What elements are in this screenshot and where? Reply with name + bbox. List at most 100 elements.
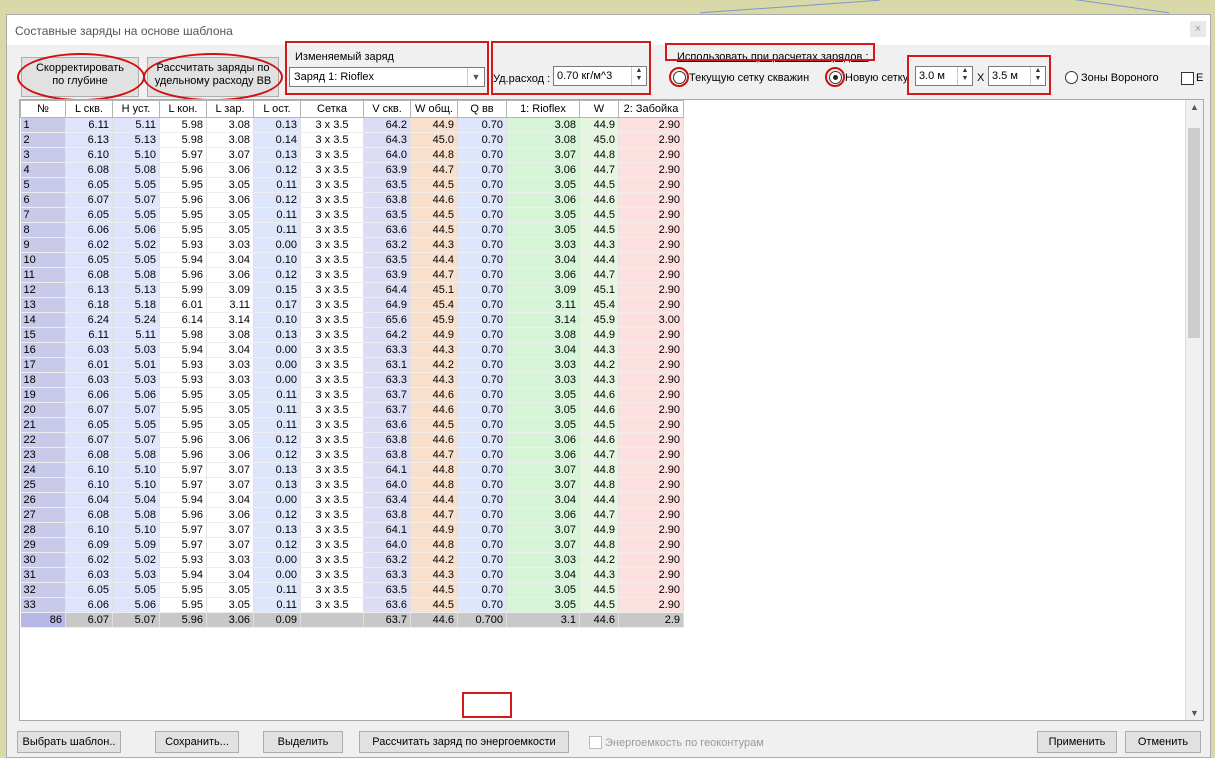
cell-no[interactable]: 30 [20, 552, 66, 568]
cell-w-obsch[interactable]: 44.2 [410, 357, 458, 373]
cell-v-skv[interactable]: 63.4 [363, 492, 411, 508]
col-header-l-zar[interactable]: L зар. [206, 100, 254, 118]
cell-w[interactable]: 44.5 [579, 207, 619, 223]
cell-l-zar[interactable]: 3.06 [206, 267, 254, 283]
cell-no[interactable]: 28 [20, 522, 66, 538]
table-row[interactable]: 33 6.06 5.06 5.95 3.05 0.11 3 x 3.5 63.6 44.5 0.7… [20, 597, 684, 613]
cell-setka[interactable]: 3 x 3.5 [300, 147, 364, 163]
cell-l-ost[interactable]: 0.12 [253, 447, 301, 463]
cell-rioflex[interactable]: 3.06 [506, 162, 580, 178]
cell-q-vv[interactable]: 0.70 [457, 162, 507, 178]
cell-l-ost[interactable]: 0.14 [253, 132, 301, 148]
cell-h-ust[interactable]: 5.05 [112, 417, 160, 433]
table-row[interactable]: 17 6.01 5.01 5.93 3.03 0.00 3 x 3.5 63.1 44.2 0.7… [20, 357, 684, 373]
cell-q-vv[interactable]: 0.70 [457, 432, 507, 448]
cell-q-vv[interactable]: 0.70 [457, 237, 507, 253]
cell-v-skv[interactable]: 64.4 [363, 282, 411, 298]
scroll-thumb[interactable] [1188, 128, 1200, 338]
cell-rioflex[interactable]: 3.05 [506, 402, 580, 418]
cell-h-ust[interactable]: 5.08 [112, 267, 160, 283]
cell-no[interactable]: 25 [20, 477, 66, 493]
cell-h-ust[interactable]: 5.13 [112, 132, 160, 148]
cell-h-ust[interactable]: 5.07 [112, 402, 160, 418]
checkbox-e[interactable] [1181, 72, 1194, 85]
cell-w[interactable]: 45.4 [579, 297, 619, 313]
cell-l-kon[interactable]: 5.95 [159, 417, 207, 433]
cell-w-obsch[interactable]: 44.2 [410, 552, 458, 568]
cell-rioflex[interactable]: 3.05 [506, 387, 580, 403]
cell-v-skv[interactable]: 64.0 [363, 477, 411, 493]
cell-w[interactable]: 44.7 [579, 162, 619, 178]
cell-w[interactable]: 45.0 [579, 132, 619, 148]
cell-l-skv[interactable]: 6.11 [65, 327, 113, 343]
cell-l-zar[interactable]: 3.04 [206, 342, 254, 358]
cell-l-ost[interactable]: 0.12 [253, 537, 301, 553]
cell-w-obsch[interactable]: 44.8 [410, 147, 458, 163]
cell-l-skv[interactable]: 6.13 [65, 132, 113, 148]
cell-h-ust[interactable]: 5.02 [112, 552, 160, 568]
cell-l-zar[interactable]: 3.14 [206, 312, 254, 328]
cell-rioflex[interactable]: 3.08 [506, 117, 580, 133]
cell-v-skv[interactable]: 63.8 [363, 447, 411, 463]
close-button[interactable]: × [1190, 21, 1206, 37]
cell-no[interactable]: 32 [20, 582, 66, 598]
cell-w[interactable]: 44.4 [579, 252, 619, 268]
table-row[interactable]: 2 6.13 5.13 5.98 3.08 0.14 3 x 3.5 64.3 45.0 0.70… [20, 132, 684, 148]
cell-q-vv[interactable]: 0.70 [457, 192, 507, 208]
cell-w[interactable]: 44.5 [579, 222, 619, 238]
cell-v-skv[interactable]: 63.5 [363, 252, 411, 268]
cell-l-ost[interactable]: 0.11 [253, 177, 301, 193]
cell-setka[interactable]: 3 x 3.5 [300, 327, 364, 343]
cell-l-kon[interactable]: 5.94 [159, 342, 207, 358]
cell-no[interactable]: 11 [20, 267, 66, 283]
cell-v-skv[interactable]: 63.2 [363, 237, 411, 253]
cell-w-obsch[interactable]: 44.5 [410, 177, 458, 193]
cell-l-skv[interactable]: 6.02 [65, 552, 113, 568]
cell-h-ust[interactable]: 5.05 [112, 582, 160, 598]
cell-h-ust[interactable]: 5.08 [112, 507, 160, 523]
cell-w[interactable]: 44.6 [579, 402, 619, 418]
cell-l-zar[interactable]: 3.07 [206, 537, 254, 553]
table-row[interactable]: 10 6.05 5.05 5.94 3.04 0.10 3 x 3.5 63.5 44.4 0.7… [20, 252, 684, 268]
cell-rioflex[interactable]: 3.08 [506, 327, 580, 343]
cell-l-ost[interactable]: 0.00 [253, 552, 301, 568]
cell-l-ost[interactable]: 0.11 [253, 417, 301, 433]
table-row[interactable]: 28 6.10 5.10 5.97 3.07 0.13 3 x 3.5 64.1 44.9 0.7… [20, 522, 684, 538]
table-row[interactable]: 7 6.05 5.05 5.95 3.05 0.11 3 x 3.5 63.5 44.5 0.70… [20, 207, 684, 223]
cell-zaboyka[interactable]: 2.90 [618, 372, 684, 388]
table-row[interactable]: 32 6.05 5.05 5.95 3.05 0.11 3 x 3.5 63.5 44.5 0.7… [20, 582, 684, 598]
cell-l-skv[interactable]: 6.08 [65, 162, 113, 178]
cell-rioflex[interactable]: 3.05 [506, 582, 580, 598]
cell-v-skv[interactable]: 64.1 [363, 522, 411, 538]
cell-w-obsch[interactable]: 44.8 [410, 477, 458, 493]
cell-v-skv[interactable]: 63.9 [363, 267, 411, 283]
cell-l-skv[interactable]: 6.06 [65, 597, 113, 613]
cell-q-vv[interactable]: 0.70 [457, 507, 507, 523]
cell-v-skv[interactable]: 63.7 [363, 387, 411, 403]
cell-v-skv[interactable]: 64.0 [363, 147, 411, 163]
cell-l-skv[interactable]: 6.07 [65, 192, 113, 208]
cell-w-obsch[interactable]: 44.3 [410, 342, 458, 358]
cell-no[interactable]: 9 [20, 237, 66, 253]
cell-l-ost[interactable]: 0.13 [253, 522, 301, 538]
cell-q-vv[interactable]: 0.70 [457, 267, 507, 283]
col-header-q-vv[interactable]: Q вв [457, 100, 507, 118]
cell-l-ost[interactable]: 0.11 [253, 207, 301, 223]
cell-zaboyka[interactable]: 2.90 [618, 222, 684, 238]
cell-w-obsch[interactable]: 45.4 [410, 297, 458, 313]
cell-v-skv[interactable]: 63.6 [363, 597, 411, 613]
cell-h-ust[interactable]: 5.07 [112, 432, 160, 448]
cell-l-zar[interactable]: 3.07 [206, 462, 254, 478]
table-row[interactable]: 12 6.13 5.13 5.99 3.09 0.15 3 x 3.5 64.4 45.1 0.7… [20, 282, 684, 298]
cell-no[interactable]: 14 [20, 312, 66, 328]
cell-no[interactable]: 5 [20, 177, 66, 193]
cell-w[interactable]: 45.9 [579, 312, 619, 328]
cell-q-vv[interactable]: 0.70 [457, 282, 507, 298]
cell-l-zar[interactable]: 3.05 [206, 597, 254, 613]
cell-l-zar[interactable]: 3.11 [206, 297, 254, 313]
cell-l-kon[interactable]: 5.94 [159, 492, 207, 508]
cancel-button[interactable]: Отменить [1125, 731, 1201, 753]
cell-w[interactable]: 44.7 [579, 447, 619, 463]
cell-l-ost[interactable]: 0.11 [253, 597, 301, 613]
cell-zaboyka[interactable]: 3.00 [618, 312, 684, 328]
